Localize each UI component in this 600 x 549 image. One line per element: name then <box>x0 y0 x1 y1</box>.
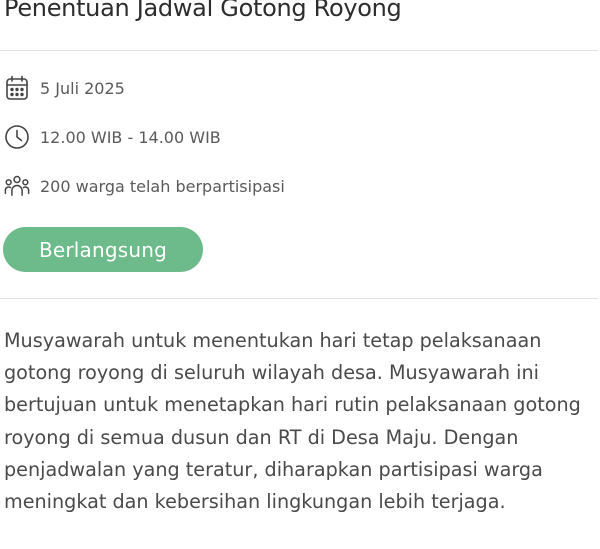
calendar-icon <box>4 75 30 101</box>
divider-top <box>0 50 598 51</box>
event-participants: 200 warga telah berpartisipasi <box>40 176 285 196</box>
clock-icon <box>4 124 30 150</box>
divider-bottom <box>0 298 598 299</box>
event-date-row: 5 Juli 2025 <box>4 74 125 102</box>
event-time-row: 12.00 WIB - 14.00 WIB <box>4 123 221 151</box>
status-badge: Berlangsung <box>3 227 203 272</box>
page-title: Penentuan Jadwal Gotong Royong <box>4 0 402 22</box>
event-participants-row: 200 warga telah berpartisipasi <box>4 172 285 200</box>
people-group-icon <box>4 173 30 199</box>
event-date: 5 Juli 2025 <box>40 78 125 98</box>
event-description: Musyawarah untuk menentukan hari tetap p… <box>4 329 581 514</box>
event-time: 12.00 WIB - 14.00 WIB <box>40 127 221 147</box>
